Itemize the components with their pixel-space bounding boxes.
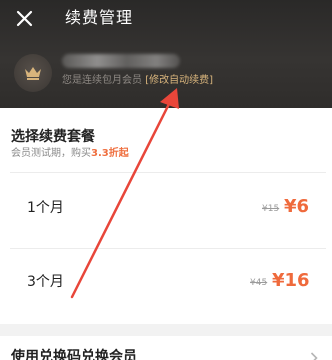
sale-price: ¥6	[284, 196, 310, 217]
modify-auto-renew-link[interactable]: [修改自动续费]	[145, 75, 213, 86]
avatar	[14, 54, 52, 92]
chevron-right-icon	[310, 352, 318, 360]
sale-price: ¥16	[272, 270, 310, 291]
original-price: ¥15	[262, 204, 280, 214]
page-title: 续费管理	[65, 8, 134, 27]
plans-section-subtitle: 会员测试期，购买3.3折起	[11, 147, 129, 161]
divider	[10, 248, 326, 249]
member-status: 您是连续包月会员 [修改自动续费]	[62, 74, 213, 88]
plan-row-1-month[interactable]: 1个月 ¥15 ¥6	[0, 178, 332, 238]
header: 续费管理 您是连续包月会员 [修改自动续费]	[0, 0, 332, 108]
close-icon	[16, 10, 33, 27]
crown-icon	[25, 67, 41, 80]
subtitle-text: 会员测试期，购买	[11, 148, 91, 159]
discount-highlight: 3.3折起	[91, 148, 129, 159]
plan-row-3-months[interactable]: 3个月 ¥45 ¥16	[0, 252, 332, 312]
renewal-management-page: 续费管理 您是连续包月会员 [修改自动续费] 选择续费套餐 会员测试期，购买3.…	[0, 0, 332, 360]
original-price: ¥45	[250, 278, 268, 288]
close-button[interactable]	[12, 6, 38, 32]
user-name-redacted	[62, 54, 180, 68]
member-status-text: 您是连续包月会员	[62, 75, 142, 86]
plan-name: 3个月	[27, 274, 64, 290]
redeem-code-row[interactable]: 使用兑换码兑换会员	[0, 336, 332, 360]
divider	[10, 172, 326, 173]
plan-name: 1个月	[27, 200, 64, 216]
redeem-code-label: 使用兑换码兑换会员	[11, 349, 137, 360]
section-gap	[0, 324, 332, 336]
plans-section-title: 选择续费套餐	[11, 129, 95, 145]
